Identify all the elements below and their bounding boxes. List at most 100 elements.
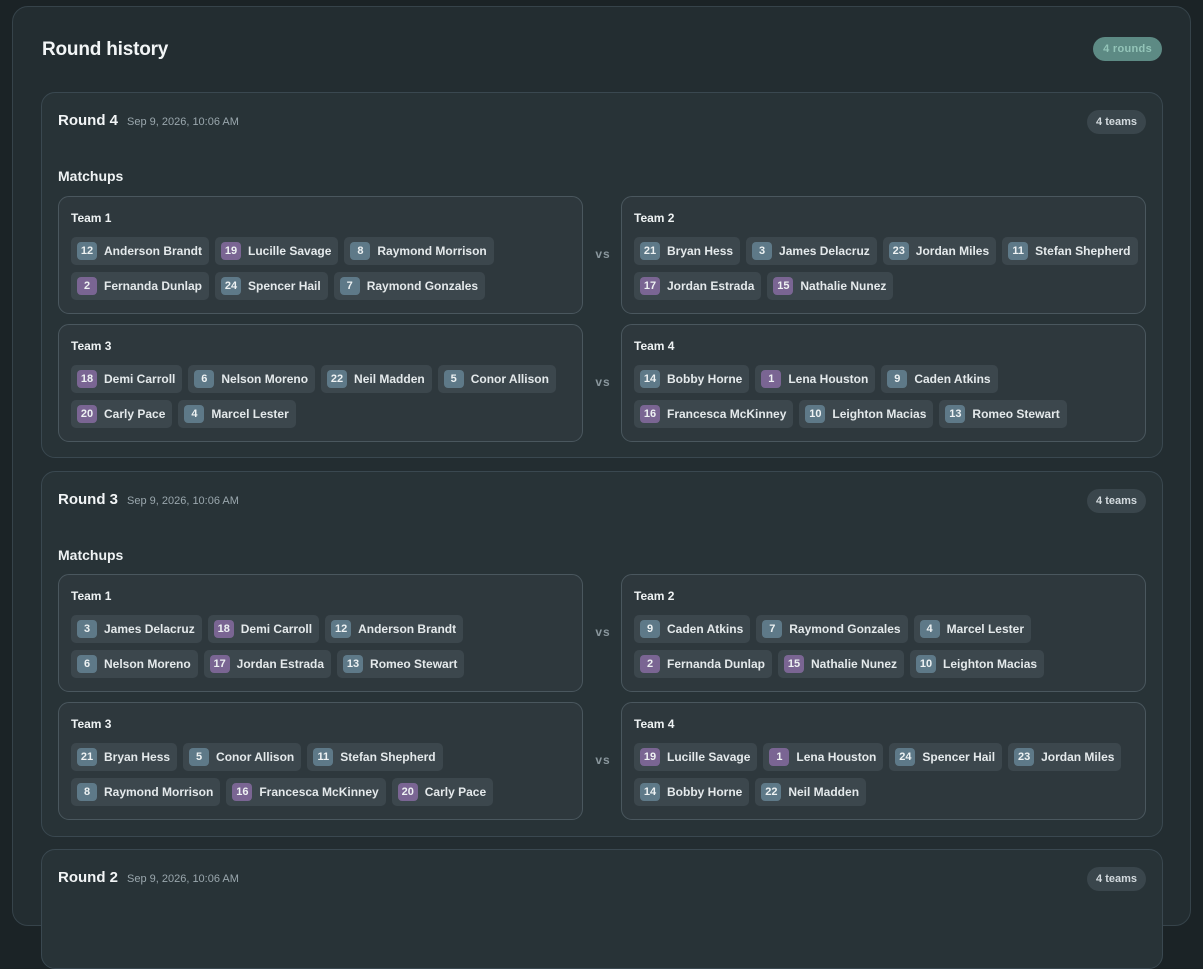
player-name: Bobby Horne: [667, 372, 743, 386]
player-chip: 23 Jordan Miles: [882, 237, 997, 265]
team-card: Team 2 9 Caden Atkins 7 Raymond Gonzales 4 Ma…: [621, 574, 1146, 692]
team-name: Team 1: [71, 589, 112, 603]
player-number-badge: 24: [221, 277, 242, 295]
player-chip: 2 Fernanda Dunlap: [634, 650, 773, 678]
player-chip: 16 Francesca McKinney: [226, 778, 386, 806]
player-number-badge: 18: [77, 370, 97, 388]
player-chip: 16 Francesca McKinney: [634, 400, 794, 428]
player-number-badge: 21: [77, 748, 97, 766]
player-name: Francesca McKinney: [667, 407, 787, 421]
player-name: Spencer Hail: [922, 750, 996, 764]
player-number-badge: 1: [769, 748, 790, 766]
player-name: Raymond Morrison: [104, 785, 214, 799]
player-chip: 15 Nathalie Nunez: [767, 272, 894, 300]
player-chip: 18 Demi Carroll: [71, 365, 183, 393]
player-name: Raymond Gonzales: [366, 279, 479, 293]
player-chip: 13 Romeo Stewart: [337, 650, 465, 678]
player-name: Conor Allison: [470, 372, 549, 386]
player-list: 3 James Delacruz 18 Demi Carroll 12 Anderson …: [71, 615, 576, 678]
player-chip: 21 Bryan Hess: [71, 743, 178, 771]
round-history-panel: Round history 4 rounds Round 4 Sep 9, 20…: [12, 6, 1191, 969]
player-chip: 5 Conor Allison: [437, 365, 556, 393]
player-name: Jordan Miles: [1041, 750, 1115, 764]
player-chip: 3 James Delacruz: [71, 615, 202, 643]
player-number-badge: 12: [77, 242, 97, 260]
player-name: Jordan Miles: [915, 244, 990, 258]
player-name: James Delacruz: [104, 622, 195, 636]
player-name: Jordan Estrada: [667, 279, 755, 293]
player-list: 19 Lucille Savage 1 Lena Houston 24 Spencer H…: [634, 743, 1139, 806]
player-number-badge: 9: [640, 620, 660, 638]
player-name: Fernanda Dunlap: [667, 657, 766, 671]
player-list: 21 Bryan Hess 3 James Delacruz 23 Jordan Mile…: [634, 237, 1139, 300]
player-name: Neil Madden: [354, 372, 425, 386]
player-number-badge: 5: [443, 370, 464, 388]
player-number-badge: 20: [397, 783, 418, 801]
team-name: Team 3: [71, 339, 112, 353]
player-name: Romeo Stewart: [370, 657, 458, 671]
player-chip: 1 Lena Houston: [763, 743, 884, 771]
player-number-badge: 17: [640, 277, 660, 295]
player-chip: 3 James Delacruz: [746, 237, 877, 265]
player-number-badge: 15: [773, 277, 794, 295]
player-number-badge: 9: [887, 370, 908, 388]
team-card: Team 4 19 Lucille Savage 1 Lena Houston 24 Sp…: [621, 702, 1146, 820]
player-name: Stefan Shepherd: [1035, 244, 1131, 258]
player-number-badge: 7: [339, 277, 360, 295]
player-number-badge: 20: [77, 405, 97, 423]
team-card: Team 2 21 Bryan Hess 3 James Delacruz 23 Jord…: [621, 196, 1146, 314]
player-number-badge: 16: [640, 405, 660, 423]
player-number-badge: 24: [895, 748, 916, 766]
vs-separator: vs: [595, 753, 611, 767]
player-name: Marcel Lester: [211, 407, 289, 421]
player-chip: 4 Marcel Lester: [913, 615, 1031, 643]
player-chip: 9 Caden Atkins: [634, 615, 751, 643]
player-name: Francesca McKinney: [259, 785, 379, 799]
player-number-badge: 2: [77, 277, 97, 295]
team-card: Team 1 12 Anderson Brandt 19 Lucille Savage…: [58, 196, 583, 314]
player-name: Lena Houston: [788, 372, 869, 386]
player-chip: 20 Carly Pace: [391, 778, 494, 806]
team-name: Team 2: [634, 211, 675, 225]
vs-separator: vs: [595, 375, 611, 389]
player-name: Bobby Horne: [667, 785, 743, 799]
player-number-badge: 13: [343, 655, 364, 673]
player-name: Bryan Hess: [667, 244, 734, 258]
team-name: Team 2: [634, 589, 675, 603]
player-name: Raymond Morrison: [377, 244, 487, 258]
player-chip: 1 Lena Houston: [755, 365, 876, 393]
player-name: Marcel Lester: [946, 622, 1024, 636]
player-chip: 7 Raymond Gonzales: [756, 615, 908, 643]
round-header: Round 3 Sep 9, 2026, 10:06 AM: [58, 491, 239, 508]
team-card: Team 1 3 James Delacruz 18 Demi Carroll 12 An…: [58, 574, 583, 692]
matchups-heading: Matchups: [58, 547, 124, 563]
player-number-badge: 21: [640, 242, 660, 260]
player-number-badge: 11: [1008, 242, 1029, 260]
team-name: Team 4: [634, 339, 675, 353]
player-name: Lena Houston: [796, 750, 877, 764]
round-card: Round 2 Sep 9, 2026, 10:06 AM 4 teams: [41, 849, 1163, 969]
player-name: Nelson Moreno: [221, 372, 309, 386]
page-title: Round history: [42, 39, 169, 60]
player-number-badge: 16: [232, 783, 253, 801]
round-timestamp: Sep 9, 2026, 10:06 AM: [127, 495, 239, 507]
player-number-badge: 23: [888, 242, 909, 260]
player-chip: 22 Neil Madden: [755, 778, 867, 806]
player-number-badge: 7: [762, 620, 783, 638]
player-number-badge: 2: [640, 655, 660, 673]
player-number-badge: 1: [761, 370, 782, 388]
player-name: Neil Madden: [788, 785, 860, 799]
player-number-badge: 6: [194, 370, 215, 388]
player-number-badge: 8: [350, 242, 371, 260]
player-chip: 14 Bobby Horne: [634, 365, 750, 393]
player-number-badge: 13: [945, 405, 966, 423]
player-number-badge: 15: [784, 655, 805, 673]
player-chip: 10 Leighton Macias: [799, 400, 934, 428]
player-chip: 11 Stefan Shepherd: [307, 743, 443, 771]
team-name: Team 1: [71, 211, 112, 225]
player-list: 12 Anderson Brandt 19 Lucille Savage 8 Raymon…: [71, 237, 576, 300]
player-chip: 8 Raymond Morrison: [344, 237, 494, 265]
player-name: Lucille Savage: [667, 750, 751, 764]
round-header: Round 4 Sep 9, 2026, 10:06 AM: [58, 112, 239, 129]
player-chip: 4 Marcel Lester: [178, 400, 296, 428]
